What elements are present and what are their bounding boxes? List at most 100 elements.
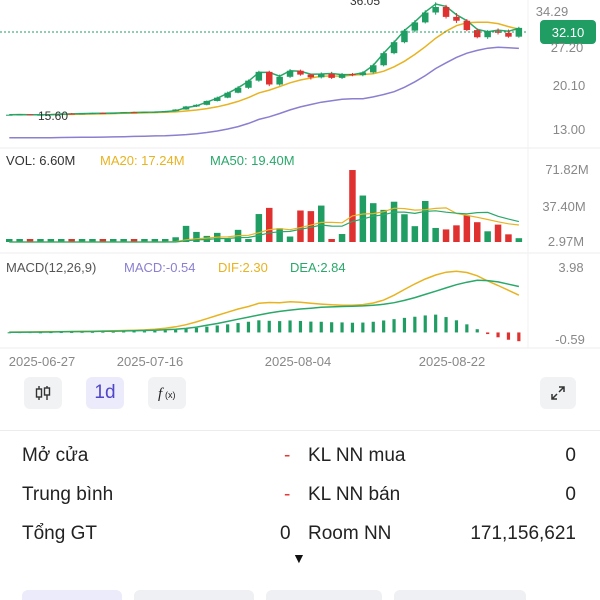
macd-histogram-bar <box>236 323 240 333</box>
fullscreen-button[interactable] <box>540 377 576 409</box>
ma20-price-line <box>9 21 520 116</box>
bottom-tab-1[interactable] <box>22 590 122 600</box>
candle-body <box>453 16 460 21</box>
volume-bar <box>297 210 304 242</box>
volume-axis-label-1: 71.82M <box>545 162 588 177</box>
foreign-sell-value: 0 <box>565 484 576 505</box>
indicator-button[interactable]: f (x) <box>148 377 186 409</box>
price-axis-label-2: 27.20 <box>551 40 584 55</box>
macd-legend-dif: DIF:2.30 <box>218 260 268 275</box>
candle-body <box>474 30 481 38</box>
volume-legend-vol: VOL: 6.60M <box>6 153 75 168</box>
volume-ma20-line <box>9 207 519 243</box>
volume-bar <box>370 203 377 242</box>
macd-histogram-bar <box>340 322 344 333</box>
svg-text:f: f <box>158 386 164 402</box>
macd-histogram-bar <box>434 314 438 333</box>
volume-bar <box>442 229 450 242</box>
expand-icon <box>551 386 565 400</box>
volume-axis-label-2: 37.40M <box>542 199 585 214</box>
candlestick-icon <box>35 386 51 400</box>
foreign-buy-value: 0 <box>565 445 576 466</box>
candle-body <box>172 109 179 112</box>
candle-body <box>349 74 356 76</box>
candle-body <box>338 74 346 78</box>
bottom-tab-3[interactable] <box>266 590 382 600</box>
volume-bar <box>245 239 252 242</box>
macd-legend-dea: DEA:2.84 <box>290 260 346 275</box>
volume-panel <box>6 170 523 243</box>
macd-histogram-bar <box>506 332 511 340</box>
foreign-room-label: Room NN <box>308 523 392 544</box>
ma-short-line <box>9 3 520 116</box>
candle-body <box>234 87 242 93</box>
candle-body <box>6 114 13 116</box>
macd-histogram-bar <box>454 320 459 333</box>
candle-body <box>318 74 325 78</box>
volume-bar <box>318 205 325 242</box>
bottom-tab-2[interactable] <box>134 590 254 600</box>
candle-body <box>130 112 138 114</box>
macd-histogram-bar <box>475 329 479 333</box>
candle-body <box>89 113 96 115</box>
ma-long-line <box>9 46 519 139</box>
macd-histogram-bar <box>496 332 500 338</box>
macd-histogram-bar <box>486 332 490 335</box>
chart-toolbar: 1d f (x) <box>0 372 600 412</box>
macd-histogram-bar <box>153 330 157 333</box>
date-label-3: 2025-08-04 <box>265 354 332 369</box>
candle-body <box>422 12 429 23</box>
candle-body <box>193 104 200 107</box>
macd-histogram-bar <box>194 327 199 333</box>
macd-histogram-bar <box>174 329 178 333</box>
volume-bar <box>494 224 502 242</box>
price-panel <box>6 2 523 139</box>
macd-legend-params: MACD(12,26,9) <box>6 260 96 275</box>
macd-histogram-bar <box>465 324 469 333</box>
macd-histogram-bar <box>423 315 427 333</box>
total-value-label: Tổng GT <box>22 523 97 544</box>
candle-body <box>203 100 211 105</box>
macd-histogram-bar <box>142 331 147 333</box>
candle-body <box>370 65 377 73</box>
volume-legend-ma20: MA20: 17.24M <box>100 153 185 168</box>
macd-histogram-bar <box>361 322 365 333</box>
price-axis-label-3: 20.10 <box>553 78 586 93</box>
svg-text:(x): (x) <box>165 390 176 400</box>
macd-histogram-bar <box>205 326 209 333</box>
candle-body <box>297 70 304 75</box>
candle-body <box>266 71 273 85</box>
macd-histogram-bar <box>350 322 355 333</box>
volume-bar <box>463 215 471 242</box>
macd-histogram-bar <box>371 321 375 333</box>
chart-type-button[interactable] <box>24 377 62 409</box>
macd-histogram-bar <box>215 325 219 333</box>
expand-stats-caret[interactable]: ▼ <box>292 550 306 566</box>
candle-body <box>245 80 252 88</box>
candle-body <box>151 111 159 113</box>
volume-bar <box>453 225 460 242</box>
dea-line <box>9 279 520 334</box>
macd-histogram-bar <box>413 316 417 333</box>
volume-bar <box>286 236 294 242</box>
stock-chart[interactable]: 32.10 34.29 27.20 20.10 13.00 15.60 36.0… <box>0 0 600 372</box>
candle-body <box>224 92 231 98</box>
stat-row-2: Trung bình - KL NN bán 0 <box>0 478 600 514</box>
dif-line <box>9 270 520 333</box>
macd-histogram-bar <box>517 332 521 342</box>
candle-body <box>99 113 107 115</box>
bottom-tab-4[interactable] <box>394 590 526 600</box>
date-label-1: 2025-06-27 <box>9 354 76 369</box>
candle-body <box>380 53 387 66</box>
candle-body <box>286 70 294 77</box>
macd-panel <box>7 270 521 342</box>
candle-body <box>328 74 335 78</box>
macd-histogram-bar <box>246 321 251 333</box>
volume-bar <box>422 200 429 242</box>
timeframe-button[interactable]: 1d <box>86 377 124 409</box>
function-icon: f (x) <box>158 386 176 402</box>
volume-bar <box>255 214 263 242</box>
candle-body <box>141 111 148 113</box>
candle-body <box>110 112 117 114</box>
macd-histogram-bar <box>298 320 303 333</box>
